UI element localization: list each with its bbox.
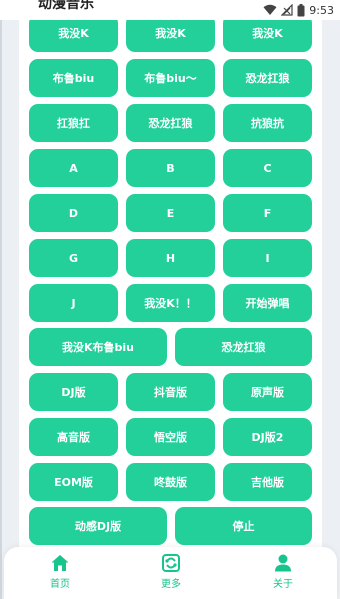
version-drum-button[interactable]: 咚鼓版 — [126, 463, 215, 501]
nav-home-label: 首页 — [50, 579, 70, 590]
sound-button-f[interactable]: F — [223, 194, 312, 232]
version-douyin-button[interactable]: 抖音版 — [126, 373, 215, 411]
version-dj-button[interactable]: DJ版 — [29, 373, 118, 411]
version-high-button[interactable]: 高音版 — [29, 418, 118, 456]
nav-more-label: 更多 — [161, 579, 181, 590]
version-wukong-button[interactable]: 悟空版 — [126, 418, 215, 456]
sound-button-wo-mei-k[interactable]: 我没K！！ — [126, 284, 215, 322]
version-eom-button[interactable]: EOM版 — [29, 463, 118, 501]
status-bar: 动漫音乐 9:53 — [0, 0, 340, 20]
more-icon — [162, 554, 180, 572]
nav-more[interactable]: 更多 — [141, 553, 201, 593]
sound-button-6[interactable]: 恐龙扛狼 — [223, 59, 312, 97]
version-guitar-button[interactable]: 吉他版 — [223, 463, 312, 501]
sound-button-e[interactable]: E — [126, 194, 215, 232]
clock: 9:53 — [309, 3, 334, 17]
app-title: 动漫音乐 — [38, 0, 94, 12]
sound-button-combo[interactable]: 我没K布鲁biu — [29, 328, 167, 366]
sound-button-8[interactable]: 恐龙扛狼 — [126, 104, 215, 142]
sound-button-5[interactable]: 布鲁biu～ — [126, 59, 215, 97]
nav-about[interactable]: 关于 — [253, 553, 313, 593]
start-singing-button[interactable]: 开始弹唱 — [223, 284, 312, 322]
sound-button-b[interactable]: B — [126, 149, 215, 187]
sound-button-dinosaur[interactable]: 恐龙扛狼 — [175, 328, 312, 366]
version-dj2-button[interactable]: DJ版2 — [223, 418, 312, 456]
sound-button-7[interactable]: 扛狼扛 — [29, 104, 118, 142]
stop-button[interactable]: 停止 — [175, 507, 312, 545]
sound-button-i[interactable]: I — [223, 239, 312, 277]
sound-button-4[interactable]: 布鲁biu — [29, 59, 118, 97]
sound-button-h[interactable]: H — [126, 239, 215, 277]
button-panel: 我没K 我没K 我没K 布鲁biu 布鲁biu～ 恐龙扛狼 扛狼扛 恐龙扛狼 抗… — [19, 8, 322, 599]
nav-home[interactable]: 首页 — [30, 553, 90, 593]
sound-button-9[interactable]: 抗狼抗 — [223, 104, 312, 142]
wifi-icon — [263, 4, 277, 15]
status-icons: 9:53 — [263, 3, 334, 17]
sound-button-g[interactable]: G — [29, 239, 118, 277]
version-dynamic-dj-button[interactable]: 动感DJ版 — [29, 507, 167, 545]
version-original-button[interactable]: 原声版 — [223, 373, 312, 411]
battery-icon — [297, 3, 305, 16]
left-edge-shadow — [0, 20, 2, 599]
sound-button-a[interactable]: A — [29, 149, 118, 187]
home-icon — [51, 555, 69, 571]
signal-icon — [281, 4, 293, 16]
sound-button-j[interactable]: J — [29, 284, 118, 322]
nav-about-label: 关于 — [273, 579, 293, 590]
user-icon — [275, 554, 291, 572]
sound-button-c[interactable]: C — [223, 149, 312, 187]
bottom-nav: 首页 更多 关于 — [4, 547, 337, 599]
sound-button-d[interactable]: D — [29, 194, 118, 232]
